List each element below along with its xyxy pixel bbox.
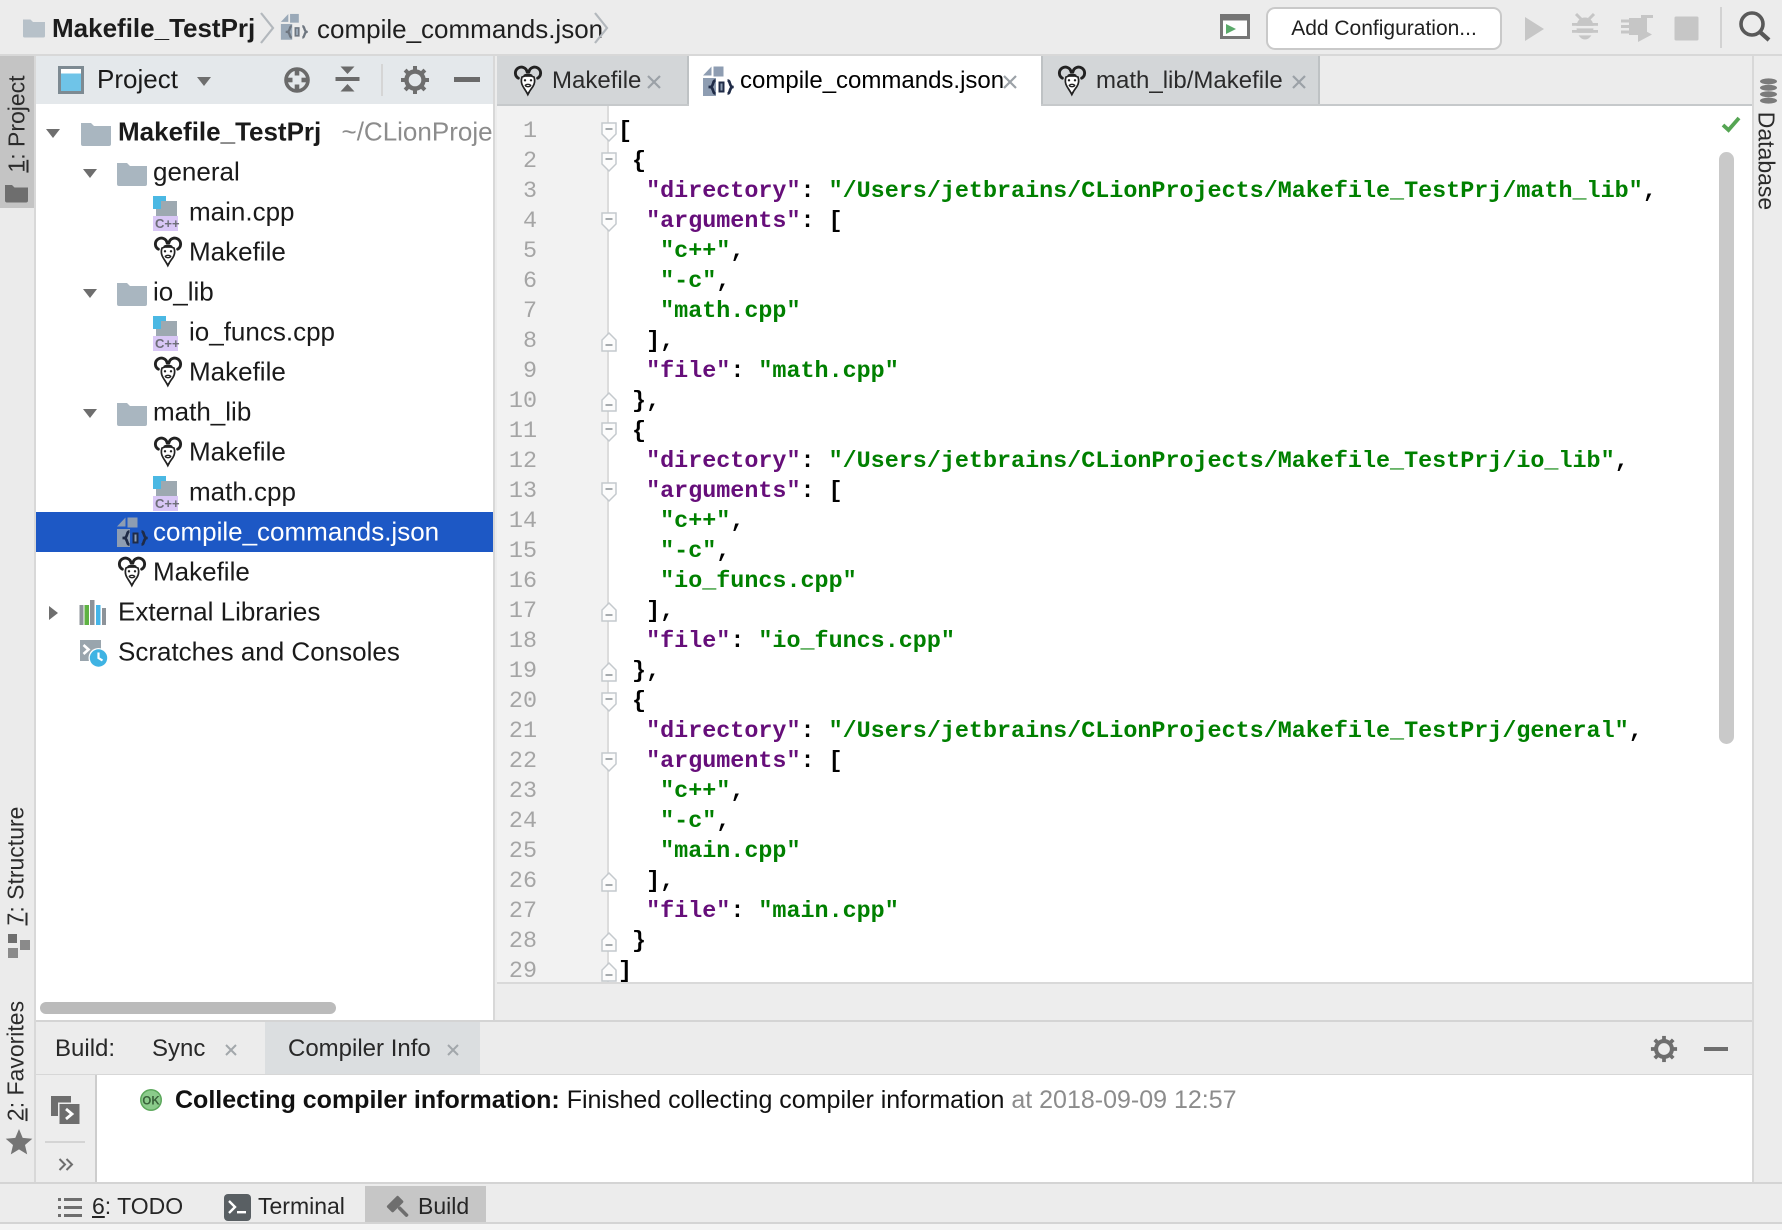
svg-text:OK: OK bbox=[142, 1096, 160, 1108]
